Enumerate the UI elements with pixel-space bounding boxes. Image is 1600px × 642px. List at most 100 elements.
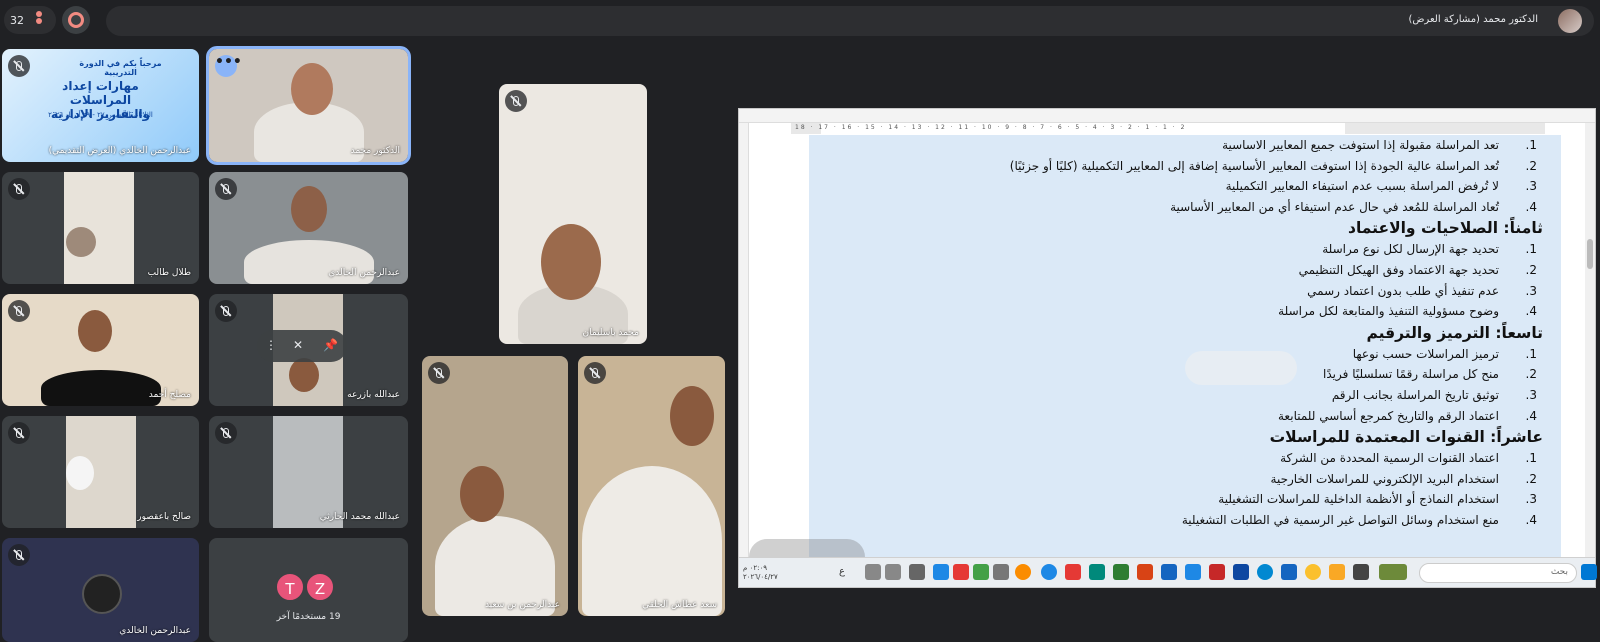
list-item-number: 2.	[1525, 471, 1537, 486]
avatar: Z	[305, 572, 335, 602]
avatar: T	[275, 572, 305, 602]
list-item-text: اعتماد القنوات الرسمية المحددة من الشركة	[1280, 451, 1499, 466]
others-tile[interactable]: T Z 19 مستخدمًا آخر	[209, 538, 408, 642]
top-bar: 32 الدكتور محمد (مشاركة العرض)	[0, 0, 1600, 42]
list-item: 4. وضوح مسؤولية التنفيذ والمتابعة لكل مرا…	[823, 301, 1543, 322]
clock-time: ٠٢:٠٩ م	[743, 564, 767, 572]
mic-off-icon	[215, 300, 237, 322]
chevron-up-icon[interactable]	[993, 564, 1009, 580]
app-icon[interactable]	[1353, 564, 1369, 580]
participant-video-head	[66, 456, 94, 490]
banner-date: الثلاثاء، الخميس ٢٧ - ٢٩ أبريل ٢٠٢٦	[48, 111, 153, 119]
list-item: 2. منح كل مراسلة رقمًا تسلسليًا فريدًا	[823, 364, 1543, 385]
todo-icon[interactable]	[1185, 564, 1201, 580]
participant-tile-active-speaker[interactable]: ••• الدكتور محمد	[206, 46, 411, 165]
mic-off-icon	[8, 55, 30, 77]
taskbar-clock[interactable]: ٠٢:٠٩ م ٢٠٢٦/٠٤/٢٧	[743, 564, 778, 582]
app-icon[interactable]	[1137, 564, 1153, 580]
record-icon[interactable]	[62, 6, 90, 34]
document-toolbar	[739, 109, 1595, 123]
presentation-bar: الدكتور محمد (مشاركة العرض)	[106, 6, 1594, 36]
windows-start-icon[interactable]	[1581, 564, 1597, 580]
app-icon[interactable]	[1379, 564, 1407, 580]
app-tray-icon[interactable]	[973, 564, 989, 580]
participant-video-head	[289, 358, 319, 392]
acrobat-icon[interactable]	[1209, 564, 1225, 580]
list-item-number: 3.	[1525, 387, 1537, 402]
document-scrollbar[interactable]	[1585, 123, 1595, 557]
mic-icon[interactable]	[909, 564, 925, 580]
others-count-label: 19 مستخدمًا آخر	[276, 612, 341, 622]
floating-controls	[1185, 351, 1297, 385]
taskbar-search-input[interactable]: بحث	[1419, 563, 1577, 583]
participant-tile[interactable]: عبدالرحمن الخالدي	[2, 538, 199, 642]
list-item-text: تُعاد المراسلة للمُعد في حال عدم استيفاء…	[1170, 199, 1499, 214]
clock-date: ٢٠٢٦/٠٤/٢٧	[743, 573, 778, 581]
list-item: 3. استخدام النماذج أو الأنظمة الداخلية لل…	[823, 489, 1543, 510]
mic-off-icon	[8, 178, 30, 200]
list-item-text: عدم تنفيذ أي طلب بدون اعتماد رسمي	[1307, 283, 1499, 298]
document-page: 1. تعد المراسلة مقبولة إذا استوفت جميع ال…	[809, 135, 1561, 557]
participant-name: سعد عطاش الحلقي	[642, 600, 717, 610]
section-heading: عاشراً: القنوات المعتمدة للمراسلات	[1269, 428, 1543, 447]
tile-hover-controls: ⋮ ✕ 📌	[257, 330, 347, 362]
bluetooth-icon[interactable]	[933, 564, 949, 580]
participant-tile[interactable]: عبدالرحمن بن سعيد	[422, 356, 568, 616]
app-icon[interactable]	[1089, 564, 1105, 580]
mic-off-icon	[8, 422, 30, 444]
participant-name: عبدالله بازرعه	[347, 390, 400, 400]
participant-tile-presentation[interactable]: مرحباً بكم في الدورة التدريبية مهارات إع…	[2, 49, 199, 162]
list-item: 3. لا تُرفض المراسلة بسبب عدم استيفاء الم…	[823, 176, 1543, 197]
list-item-number: 2.	[1525, 367, 1537, 382]
pin-icon[interactable]: 📌	[323, 338, 338, 352]
participants-count-button[interactable]: 32	[4, 6, 56, 34]
more-options-icon[interactable]: •••	[215, 55, 242, 77]
list-item-text: تحديد جهة الإرسال لكل نوع مراسلة	[1322, 242, 1499, 257]
list-item-number: 2.	[1525, 262, 1537, 277]
participant-video-head	[670, 386, 714, 446]
participant-tile[interactable]: صالح باعقصور	[2, 416, 199, 528]
mute-icon[interactable]: ✕	[293, 338, 303, 352]
mic-off-icon	[584, 362, 606, 384]
language-indicator[interactable]: ع	[839, 566, 845, 577]
shared-screen: 18 · 17 · 16 · 15 · 14 · 13 · 12 · 11 · …	[738, 108, 1597, 588]
list-item-text: استخدام النماذج أو الأنظمة الداخلية للمر…	[1218, 492, 1499, 507]
mic-off-icon	[428, 362, 450, 384]
participant-tile[interactable]: سعد عطاش الحلقي	[578, 356, 725, 616]
snip-icon[interactable]	[1161, 564, 1177, 580]
folder-icon[interactable]	[1329, 564, 1345, 580]
more-options-icon[interactable]: ⋮	[265, 338, 277, 352]
chrome-icon[interactable]	[1305, 564, 1321, 580]
weather-icon[interactable]	[1015, 564, 1031, 580]
app-icon[interactable]	[1281, 564, 1297, 580]
participant-video-head	[66, 227, 96, 257]
participant-tile[interactable]: ⋮ ✕ 📌 عبدالله بازرعه	[209, 294, 408, 406]
participant-tile[interactable]: عبدالله محمد الحارثي	[209, 416, 408, 528]
participant-tile[interactable]: مصلح أحمد	[2, 294, 199, 406]
scrollbar-thumb[interactable]	[1587, 239, 1593, 269]
list-item: 4. اعتماد الرقم والتاريخ كمرجع أساسي للمت…	[823, 406, 1543, 427]
volume-icon[interactable]	[865, 564, 881, 580]
participant-name: عبدالرحمن بن سعيد	[484, 600, 560, 610]
participant-name: عبدالرحمن الخالدي	[328, 268, 400, 278]
outlook-icon[interactable]	[1233, 564, 1249, 580]
chrome-icon[interactable]	[1041, 564, 1057, 580]
list-item: 1. تحديد جهة الإرسال لكل نوع مراسلة	[823, 239, 1543, 260]
list-item-text: استخدام البريد الإلكتروني للمراسلات الخا…	[1270, 471, 1499, 486]
excel-icon[interactable]	[1113, 564, 1129, 580]
participant-tile[interactable]: محمد باسليمان	[499, 84, 647, 344]
edge-icon[interactable]	[1257, 564, 1273, 580]
app-icon[interactable]	[1065, 564, 1081, 580]
left-scrollbar[interactable]	[739, 123, 749, 557]
participant-tile[interactable]: عبدالرحمن الخالدي	[209, 172, 408, 284]
participant-video-head	[541, 224, 601, 300]
wifi-icon[interactable]	[885, 564, 901, 580]
section-heading: تاسعاً: الترميز والترقيم	[1366, 323, 1543, 342]
app-tray-icon[interactable]	[953, 564, 969, 580]
participant-name: عبدالله محمد الحارثي	[319, 512, 400, 522]
participant-tile[interactable]: طلال طالب	[2, 172, 199, 284]
mic-off-icon	[505, 90, 527, 112]
participant-name: طلال طالب	[147, 268, 191, 278]
list-item-text: منع استخدام وسائل التواصل غير الرسمية في…	[1181, 512, 1499, 527]
list-item: 1. اعتماد القنوات الرسمية المحددة من الشر…	[823, 448, 1543, 469]
